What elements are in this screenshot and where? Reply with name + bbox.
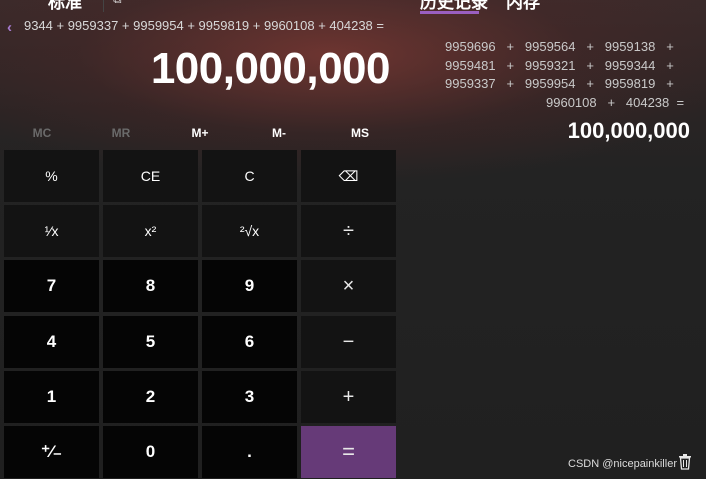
history-expression-line: 9959337 + 9959954 + 9959819 + (445, 76, 674, 91)
memory-add-button[interactable]: M+ (160, 120, 240, 146)
percent-button[interactable]: % (4, 150, 99, 202)
memory-recall-button[interactable]: MR (81, 120, 161, 146)
add-button[interactable]: + (301, 371, 396, 423)
memory-store-button[interactable]: MS (320, 120, 400, 146)
watermark: CSDN @nicepainkiller (568, 458, 677, 470)
active-tab-indicator (420, 11, 479, 14)
result-display: 100,000,000 (150, 44, 391, 93)
square-button[interactable]: x² (103, 205, 198, 257)
memory-subtract-button[interactable]: M- (239, 120, 319, 146)
digit-4-button[interactable]: 4 (4, 316, 99, 368)
subtract-button[interactable]: − (301, 316, 396, 368)
expression-area: 9344 + 9959337 + 9959954 + 9959819 + 996… (0, 18, 392, 36)
equals-button[interactable]: = (301, 426, 396, 478)
backspace-button[interactable]: ⌫ (301, 150, 396, 202)
digit-7-button[interactable]: 7 (4, 260, 99, 312)
title-divider (103, 0, 104, 12)
clear-button[interactable]: C (202, 150, 297, 202)
digit-9-button[interactable]: 9 (202, 260, 297, 312)
digit-1-button[interactable]: 1 (4, 371, 99, 423)
history-expression-line: 9960108 + 404238 = (546, 94, 685, 110)
digit-6-button[interactable]: 6 (202, 316, 297, 368)
clear-entry-button[interactable]: CE (103, 150, 198, 202)
digit-8-button[interactable]: 8 (103, 260, 198, 312)
tab-memory[interactable]: 内存 (506, 0, 540, 13)
trash-icon[interactable] (678, 454, 692, 470)
memory-row: MC MR M+ M- MS (0, 120, 400, 146)
history-result[interactable]: 100,000,000 (568, 118, 690, 144)
digit-3-button[interactable]: 3 (202, 371, 297, 423)
digit-2-button[interactable]: 2 (103, 371, 198, 423)
reciprocal-button[interactable]: ¹⁄x (4, 205, 99, 257)
mode-title: 标准 (48, 0, 82, 12)
decimal-button[interactable]: . (202, 426, 297, 478)
keep-on-top-icon[interactable]: ⧉ (113, 0, 122, 7)
digit-0-button[interactable]: 0 (103, 426, 198, 478)
memory-clear-button[interactable]: MC (2, 120, 82, 146)
expression-text: 9344 + 9959337 + 9959954 + 9959819 + 996… (23, 18, 384, 33)
divide-button[interactable]: ÷ (301, 205, 396, 257)
multiply-button[interactable]: × (301, 260, 396, 312)
square-root-button[interactable]: ²√x (202, 205, 297, 257)
history-expression-line: 9959696 + 9959564 + 9959138 + (445, 39, 674, 54)
chevron-left-icon[interactable]: ‹ (7, 19, 12, 36)
negate-button[interactable]: ⁺⁄₋ (4, 426, 99, 478)
history-expression-line: 9959481 + 9959321 + 9959344 + (445, 57, 674, 73)
history-panel: 9959696 + 9959564 + 9959138 + 9959481 + … (420, 38, 690, 112)
digit-5-button[interactable]: 5 (103, 316, 198, 368)
